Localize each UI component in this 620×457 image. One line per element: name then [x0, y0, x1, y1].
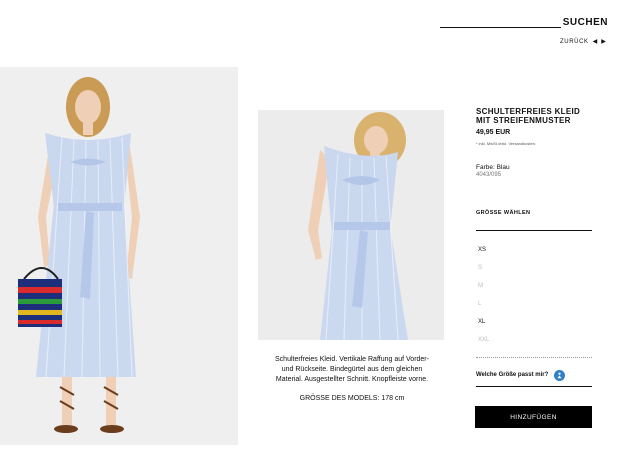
- back-navigation: ZURÜCK ◀ ▶: [560, 39, 606, 45]
- product-price: 49,95 EUR: [476, 129, 511, 136]
- size-advisor-link[interactable]: Welche Größe passt mir?: [476, 364, 592, 387]
- size-option-m[interactable]: M: [478, 283, 592, 301]
- product-image-detail[interactable]: [258, 110, 444, 340]
- tax-note: * inkl. MwSt./exkl. Versandkosten.: [476, 141, 537, 146]
- size-selector-heading: GRÖSSE WÄHLEN: [476, 210, 592, 231]
- model-detail-illustration: [258, 110, 444, 340]
- size-list: XS S M L XL XXL: [478, 247, 592, 355]
- model-full-body-illustration: [0, 67, 238, 445]
- product-title-line: MIT STREIFENMUSTER: [476, 116, 571, 125]
- product-description: Schulterfreies Kleid. Vertikale Raffung …: [262, 355, 442, 404]
- description-line: Material. Ausgestellter Schnitt. Knopfle…: [275, 376, 429, 383]
- size-option-l[interactable]: L: [478, 301, 592, 319]
- search-label: SUCHEN: [562, 17, 608, 28]
- product-color: Farbe: Blau: [476, 164, 510, 171]
- size-option-xs[interactable]: XS: [478, 247, 592, 265]
- size-divider: [476, 357, 592, 358]
- person-icon: [554, 369, 566, 381]
- description-line: und Rückseite. Bindegürtel aus dem gleic…: [281, 366, 423, 373]
- product-title-line: SCHULTERFREIES KLEID: [476, 107, 581, 116]
- search-field[interactable]: SUCHEN: [440, 14, 608, 28]
- arrow-right-icon[interactable]: ▶: [601, 39, 606, 45]
- search-underline: [440, 16, 561, 28]
- product-info: SCHULTERFREIES KLEID MIT STREIFENMUSTER …: [476, 107, 596, 178]
- size-option-s[interactable]: S: [478, 265, 592, 283]
- product-title: SCHULTERFREIES KLEID MIT STREIFENMUSTER: [476, 107, 596, 125]
- add-to-cart-button[interactable]: HINZUFÜGEN: [475, 406, 592, 428]
- product-image-main[interactable]: [0, 67, 238, 445]
- size-option-xl[interactable]: XL: [478, 319, 592, 337]
- size-advisor-label: Welche Größe passt mir?: [476, 372, 549, 378]
- description-line: Schulterfreies Kleid. Vertikale Raffung …: [275, 356, 429, 363]
- model-size-text: GRÖSSE DES MODELS: 178 cm: [299, 395, 405, 402]
- arrow-left-icon[interactable]: ◀: [593, 39, 598, 45]
- size-option-xxl[interactable]: XXL: [478, 337, 592, 355]
- product-reference: 4043/095: [476, 172, 502, 178]
- back-link[interactable]: ZURÜCK: [560, 39, 589, 45]
